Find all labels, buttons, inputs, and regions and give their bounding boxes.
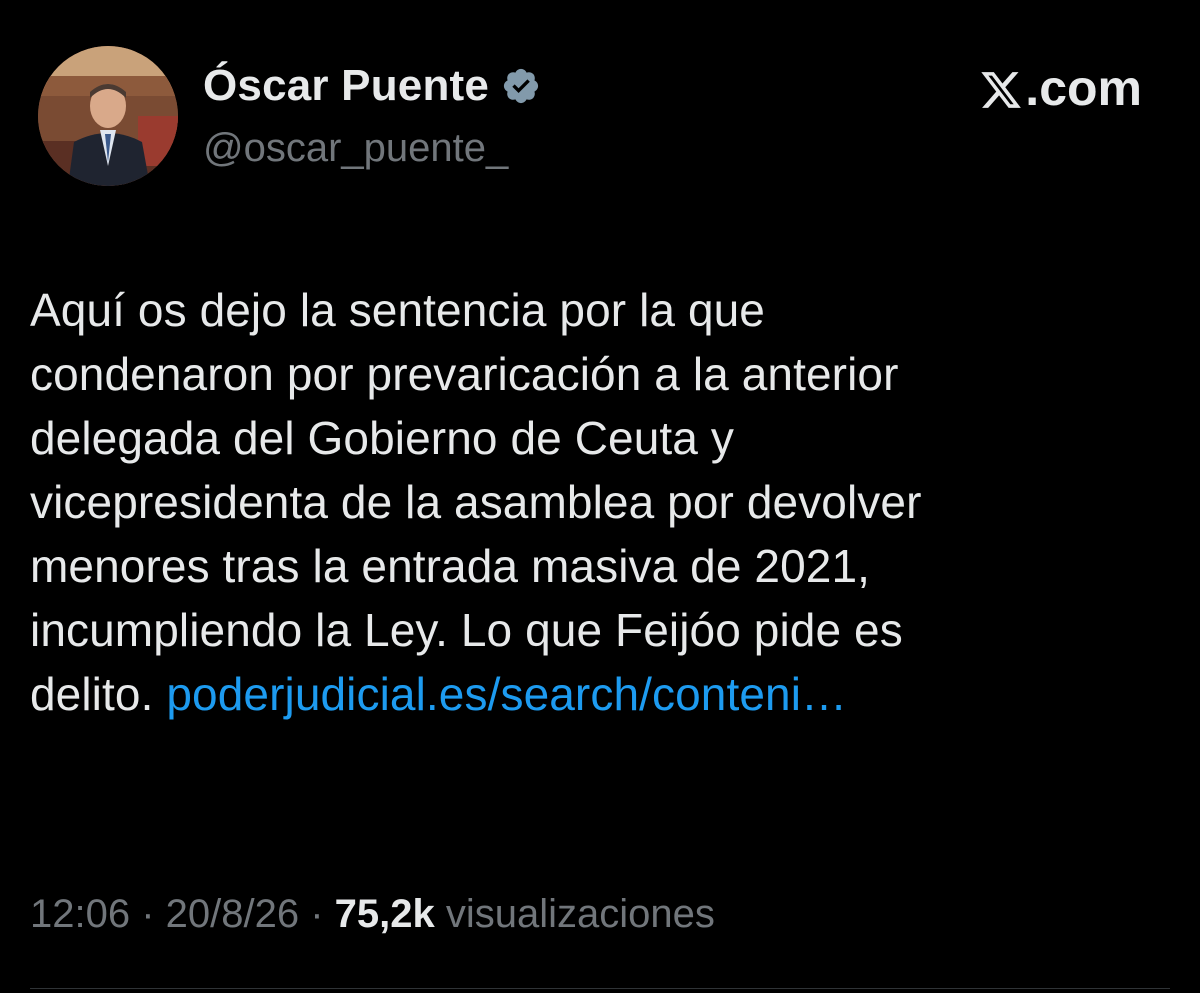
author-display-name[interactable]: Óscar Puente bbox=[203, 58, 489, 114]
tweet-text: Aquí os dejo la sentencia por la que con… bbox=[30, 278, 1160, 726]
x-com-brand: .com bbox=[979, 58, 1142, 118]
tweet-text-line: condenaron por prevaricación a la anteri… bbox=[30, 348, 899, 400]
tweet-text-line: delito. bbox=[30, 668, 167, 720]
brand-label: .com bbox=[1025, 60, 1142, 116]
views-label: visualizaciones bbox=[434, 892, 715, 936]
x-logo-icon bbox=[979, 66, 1023, 110]
tweet-card: Óscar Puente @oscar_puente_ .com Aquí os… bbox=[0, 0, 1200, 993]
verified-badge-icon[interactable] bbox=[501, 66, 541, 106]
meta-separator: · bbox=[299, 892, 335, 936]
tweet-text-line: delegada del Gobierno de Ceuta y bbox=[30, 412, 734, 464]
author-block: Óscar Puente @oscar_puente_ bbox=[203, 58, 541, 172]
avatar[interactable] bbox=[38, 46, 178, 186]
tweet-text-last-line: delito. poderjudicial.es/search/conteni… bbox=[30, 662, 1160, 726]
tweet-time[interactable]: 12:06 bbox=[30, 892, 130, 936]
bottom-divider bbox=[30, 988, 1170, 989]
tweet-text-line: menores tras la entrada masiva de 2021, bbox=[30, 540, 871, 592]
views-count: 75,2k bbox=[334, 892, 435, 936]
tweet-text-line: Aquí os dejo la sentencia por la que bbox=[30, 284, 765, 336]
author-name-row: Óscar Puente bbox=[203, 58, 541, 114]
tweet-date[interactable]: 20/8/26 bbox=[166, 892, 299, 936]
meta-separator: · bbox=[130, 892, 166, 936]
avatar-photo bbox=[38, 46, 178, 186]
tweet-text-line: vicepresidenta de la asamblea por devolv… bbox=[30, 476, 922, 528]
tweet-text-line: incumpliendo la Ley. Lo que Feijóo pide … bbox=[30, 604, 903, 656]
tweet-meta: 12:06 · 20/8/26 · 75,2k visualizaciones bbox=[30, 882, 715, 946]
tweet-link[interactable]: poderjudicial.es/search/conteni… bbox=[166, 668, 847, 720]
author-handle[interactable]: @oscar_puente_ bbox=[203, 124, 541, 172]
